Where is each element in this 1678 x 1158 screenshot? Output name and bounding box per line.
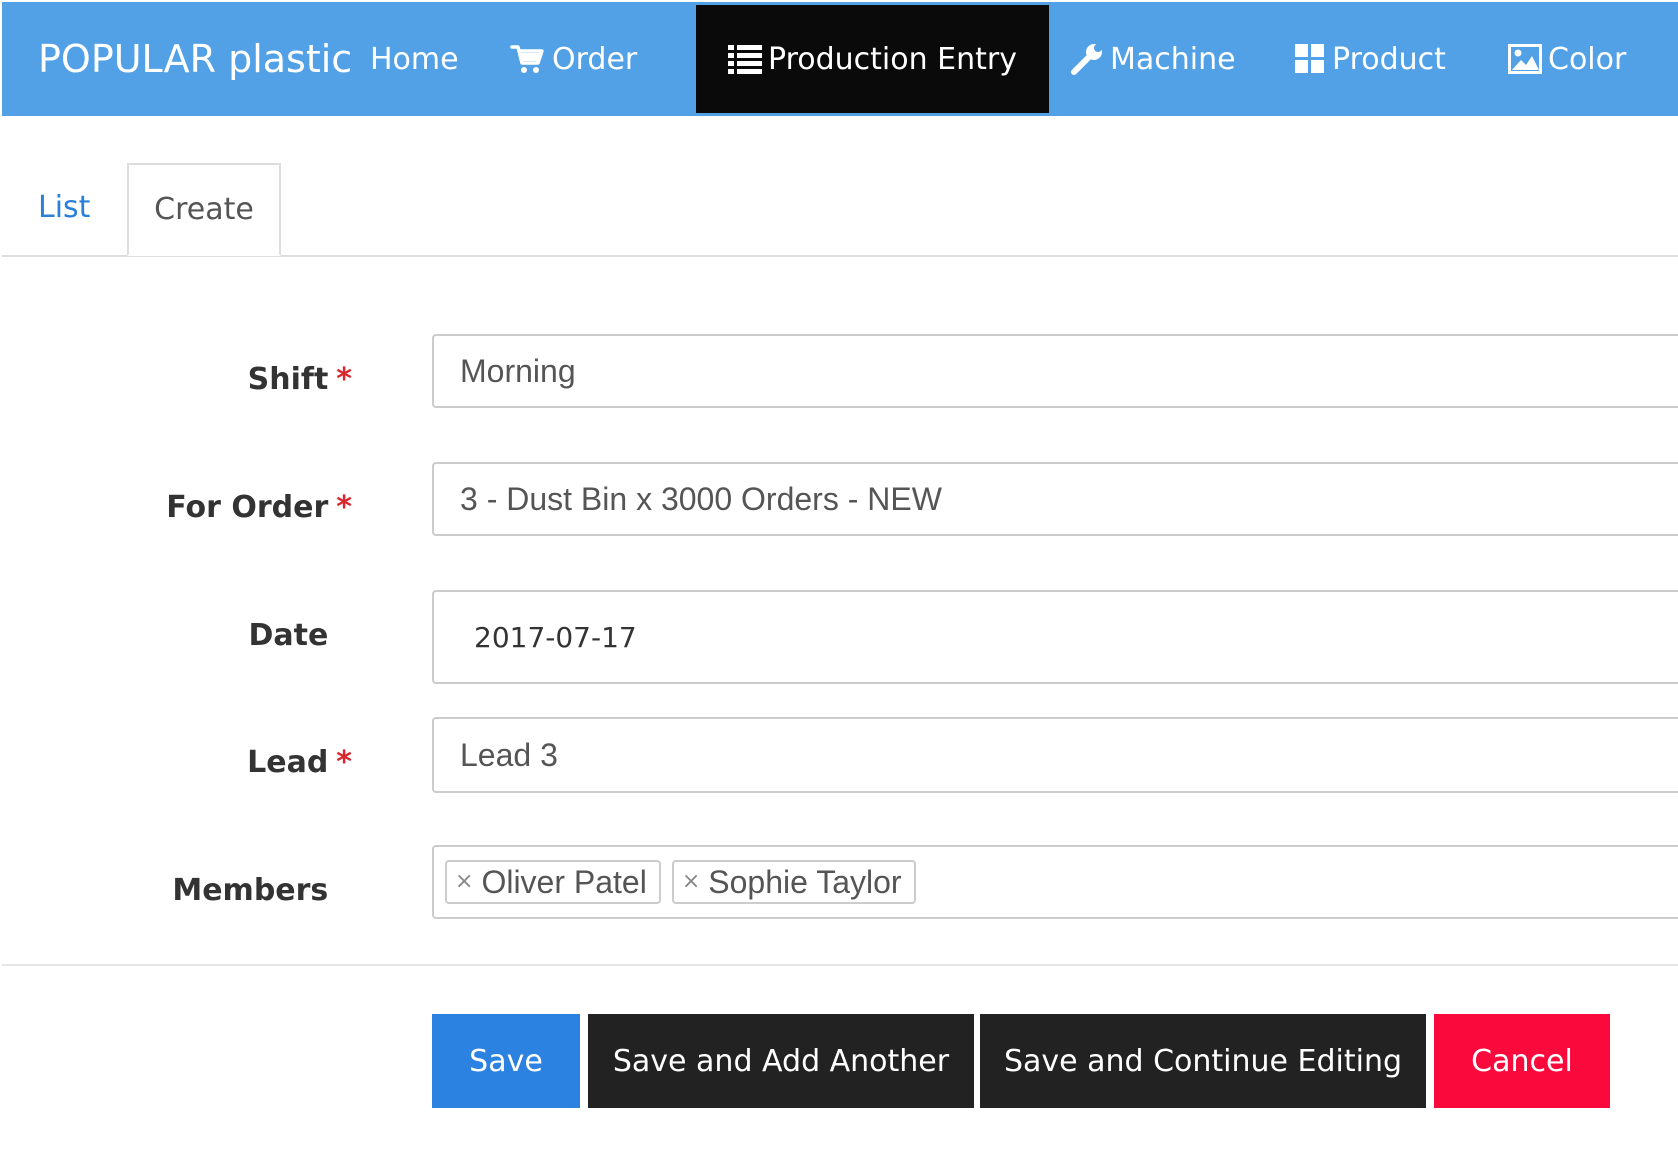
- date-input[interactable]: 2017-07-17: [432, 590, 1678, 684]
- grid-icon: [1294, 43, 1326, 75]
- nav-item-product[interactable]: Product: [1294, 2, 1446, 116]
- top-navbar: POPULAR plastic Home Order Production En…: [2, 2, 1678, 116]
- save-and-add-another-button[interactable]: Save and Add Another: [588, 1014, 974, 1108]
- shift-value: Morning: [460, 352, 576, 389]
- form-divider: [2, 964, 1678, 966]
- members-label-text: Members: [172, 873, 329, 908]
- remove-chip-icon[interactable]: ×: [682, 871, 700, 893]
- lead-value: Lead 3: [460, 736, 558, 773]
- nav-item-label: Order: [552, 41, 638, 77]
- member-chip-label: Sophie Taylor: [708, 863, 902, 900]
- members-label: Members*: [172, 873, 352, 908]
- order-select[interactable]: 3 - Dust Bin x 3000 Orders - NEW: [432, 462, 1678, 536]
- nav-item-label: Home: [370, 41, 459, 77]
- nav-item-label: Color: [1548, 41, 1627, 77]
- lead-label: Lead *: [247, 745, 352, 780]
- order-label-text: For Order: [166, 490, 329, 525]
- nav-item-machine[interactable]: Machine: [1070, 2, 1236, 116]
- nav-item-order[interactable]: Order: [510, 2, 637, 116]
- member-chip-label: Oliver Patel: [481, 863, 647, 900]
- member-chip: × Oliver Patel: [445, 860, 661, 904]
- brand-logo[interactable]: POPULAR plastic: [38, 2, 352, 116]
- tab-list[interactable]: List: [38, 190, 90, 225]
- lead-label-text: Lead: [247, 745, 329, 780]
- date-label-text: Date: [248, 618, 329, 653]
- tab-create[interactable]: Create: [127, 163, 281, 256]
- order-label: For Order *: [166, 490, 352, 525]
- nav-item-color[interactable]: Color: [1508, 2, 1626, 116]
- save-button[interactable]: Save: [432, 1014, 580, 1108]
- shift-label: Shift *: [248, 362, 352, 397]
- nav-item-label: Machine: [1110, 41, 1236, 77]
- save-and-continue-editing-button[interactable]: Save and Continue Editing: [980, 1014, 1426, 1108]
- lead-select[interactable]: Lead 3: [432, 717, 1678, 793]
- nav-item-label: Production Entry: [768, 41, 1017, 77]
- wrench-icon: [1070, 42, 1104, 76]
- remove-chip-icon[interactable]: ×: [455, 871, 473, 893]
- shift-select[interactable]: Morning: [432, 334, 1678, 408]
- members-multiselect[interactable]: × Oliver Patel × Sophie Taylor: [432, 845, 1678, 919]
- cancel-button[interactable]: Cancel: [1434, 1014, 1610, 1108]
- image-icon: [1508, 44, 1542, 74]
- cart-icon: [510, 41, 546, 77]
- date-label: Date*: [248, 618, 352, 653]
- nav-item-production-entry[interactable]: Production Entry: [696, 5, 1049, 113]
- nav-item-home[interactable]: Home: [370, 2, 459, 116]
- required-marker: *: [336, 362, 352, 397]
- required-marker: *: [336, 490, 352, 525]
- nav-item-label: Product: [1332, 41, 1446, 77]
- list-icon: [728, 43, 762, 75]
- order-value: 3 - Dust Bin x 3000 Orders - NEW: [460, 480, 942, 517]
- required-marker: *: [336, 745, 352, 780]
- member-chip: × Sophie Taylor: [671, 860, 916, 904]
- shift-label-text: Shift: [247, 362, 329, 397]
- date-value: 2017-07-17: [474, 620, 637, 654]
